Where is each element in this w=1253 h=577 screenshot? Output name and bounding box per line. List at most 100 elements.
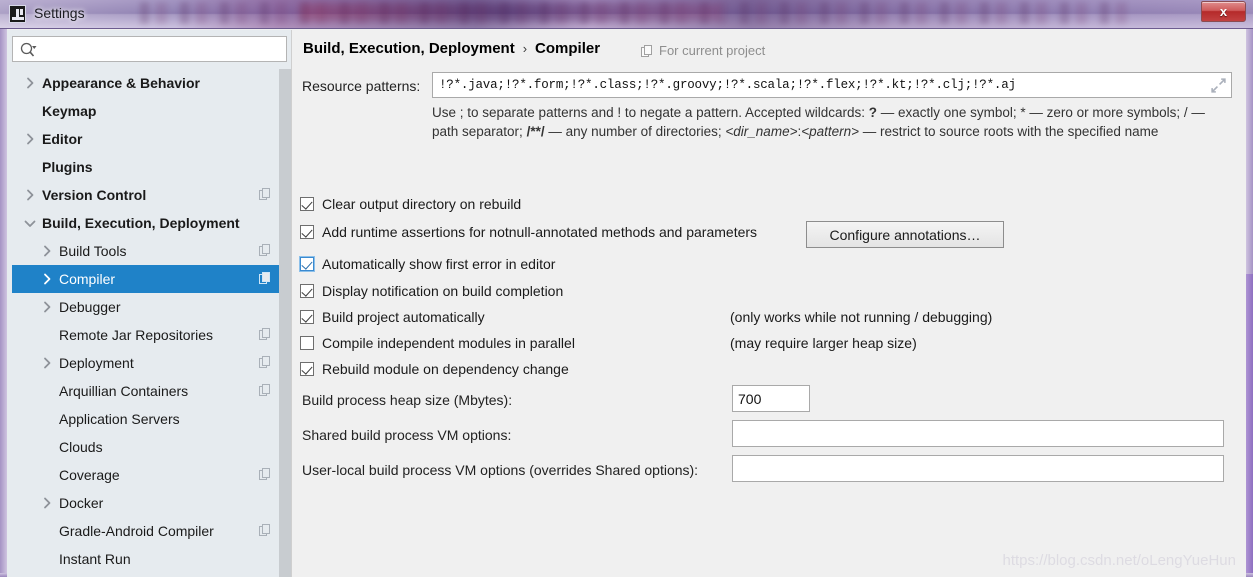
chevron-right-icon[interactable] <box>20 181 40 209</box>
chevron-right-icon[interactable] <box>37 265 57 293</box>
sidebar-item-plugins[interactable]: Plugins <box>12 153 287 181</box>
scope-note: For current project <box>641 43 765 58</box>
checkbox-row-add-runtime-assertions-for-notnull-annotated-methods-and-parameters[interactable]: Add runtime assertions for notnull-annot… <box>300 224 757 240</box>
copy-icon <box>641 44 652 57</box>
sidebar-item-instant-run[interactable]: Instant Run <box>12 545 287 573</box>
sidebar-item-debugger[interactable]: Debugger <box>12 293 287 321</box>
resource-patterns-input[interactable] <box>437 75 1197 95</box>
help-wildcard-question: ? <box>868 105 878 120</box>
copy-icon <box>259 355 271 371</box>
checkbox-row-rebuild-module-on-dependency-change[interactable]: Rebuild module on dependency change <box>300 361 569 377</box>
sidebar-scrollbar-thumb[interactable] <box>279 69 291 577</box>
sidebar-item-label: Arquillian Containers <box>59 383 189 399</box>
copy-icon <box>259 467 271 483</box>
search-input[interactable] <box>41 40 281 59</box>
sidebar-item-compiler[interactable]: Compiler <box>12 265 287 293</box>
sidebar-item-label: Coverage <box>59 467 120 483</box>
intellij-idea-icon <box>9 5 26 23</box>
sidebar-item-version-control[interactable]: Version Control <box>12 181 287 209</box>
search-box[interactable] <box>12 36 287 62</box>
breadcrumb-separator-icon: › <box>522 41 528 56</box>
sidebar-item-remote-jar-repositories[interactable]: Remote Jar Repositories <box>12 321 287 349</box>
breadcrumb-root[interactable]: Build, Execution, Deployment <box>303 40 515 57</box>
sidebar-item-coverage[interactable]: Coverage <box>12 461 287 489</box>
user-local-vm-options-input[interactable] <box>733 456 1223 481</box>
copy-icon <box>259 243 271 259</box>
checkbox-build-project-automatically[interactable] <box>300 310 314 324</box>
user-local-vm-options-field[interactable] <box>732 455 1224 482</box>
copy-icon <box>259 187 271 203</box>
chevron-right-icon[interactable] <box>20 125 40 153</box>
sidebar-item-build-tools[interactable]: Build Tools <box>12 237 287 265</box>
settings-content: Appearance & Behavior Keymap Editor Plugins… <box>7 30 1246 577</box>
heap-size-label: Build process heap size (Mbytes): <box>302 392 513 408</box>
heap-size-input[interactable] <box>733 386 809 411</box>
resource-patterns-help: Use ; to separate patterns and ! to nega… <box>432 103 1232 141</box>
checkbox-row-compile-independent-modules-in-parallel[interactable]: Compile independent modules in parallel <box>300 335 575 351</box>
checkbox-row-display-notification-on-build-completion[interactable]: Display notification on build completion <box>300 283 563 299</box>
chevron-down-icon[interactable] <box>20 209 40 237</box>
sidebar-item-clouds[interactable]: Clouds <box>12 433 287 461</box>
help-wildcard-doublestar: /**/ <box>526 124 545 139</box>
user-local-vm-options-label: User-local build process VM options (ove… <box>302 462 699 478</box>
chevron-right-icon[interactable] <box>37 237 57 265</box>
sidebar-item-editor[interactable]: Editor <box>12 125 287 153</box>
checkbox-row-clear-output-directory-on-rebuild[interactable]: Clear output directory on rebuild <box>300 196 521 212</box>
sidebar-item-keymap[interactable]: Keymap <box>12 97 287 125</box>
window-title: Settings <box>34 5 85 21</box>
sidebar-item-build-execution-deployment[interactable]: Build, Execution, Deployment <box>12 209 287 237</box>
sidebar-item-label: Build, Execution, Deployment <box>42 215 240 231</box>
sidebar-item-docker[interactable]: Docker <box>12 489 287 517</box>
chevron-right-icon[interactable] <box>37 293 57 321</box>
help-text-3: — any number of directories; <box>544 124 726 139</box>
sidebar-item-label: Build Tools <box>59 243 127 259</box>
scope-note-label: For current project <box>659 43 766 58</box>
sidebar-item-appearance-behavior[interactable]: Appearance & Behavior <box>12 69 287 97</box>
checkbox-label: Display notification on build completion <box>322 283 564 299</box>
sidebar-item-deployment[interactable]: Deployment <box>12 349 287 377</box>
breadcrumb: Build, Execution, Deployment › Compiler <box>303 40 600 57</box>
help-dirname: <dir_name> <box>725 124 798 139</box>
configure-annotations-button[interactable]: Configure annotations… <box>806 221 1004 248</box>
help-text-4: — restrict to source roots with the spec… <box>859 124 1159 139</box>
checkbox-row-automatically-show-first-error-in-editor[interactable]: Automatically show first error in editor <box>300 256 555 272</box>
sidebar-item-application-servers[interactable]: Application Servers <box>12 405 287 433</box>
title-bar: Settings x <box>0 0 1253 29</box>
sidebar-item-label: Clouds <box>59 439 103 455</box>
help-text-1: Use ; to separate patterns and ! to nega… <box>432 105 869 120</box>
checkbox-label: Automatically show first error in editor <box>322 256 556 272</box>
shared-vm-options-field[interactable] <box>732 420 1224 447</box>
heap-size-field[interactable] <box>732 385 810 412</box>
window-border-right <box>1246 29 1253 577</box>
chevron-right-icon[interactable] <box>37 349 57 377</box>
chevron-right-icon[interactable] <box>20 69 40 97</box>
sidebar-item-label: Remote Jar Repositories <box>59 327 214 343</box>
sidebar-item-gradle-android-compiler[interactable]: Gradle-Android Compiler <box>12 517 287 545</box>
sidebar-scrollbar-track[interactable] <box>279 69 291 577</box>
copy-icon <box>259 523 271 539</box>
copy-icon <box>259 327 271 343</box>
settings-sidebar: Appearance & Behavior Keymap Editor Plugins… <box>7 30 291 577</box>
checkbox-display-notification-on-build-completion[interactable] <box>300 284 314 298</box>
resource-patterns-field[interactable] <box>432 72 1232 98</box>
sidebar-item-arquillian-containers[interactable]: Arquillian Containers <box>12 377 287 405</box>
close-button[interactable]: x <box>1201 1 1246 22</box>
settings-tree[interactable]: Appearance & Behavior Keymap Editor Plugins… <box>12 69 287 577</box>
titlebar-blurred-background-2 <box>300 3 720 21</box>
expand-arrows-icon[interactable] <box>1210 77 1227 94</box>
checkbox-row-build-project-automatically[interactable]: Build project automatically <box>300 309 485 325</box>
checkbox-hint-build-project-automatically: (only works while not running / debuggin… <box>730 309 993 325</box>
chevron-right-icon[interactable] <box>37 489 57 517</box>
checkbox-compile-independent-modules-in-parallel[interactable] <box>300 336 314 350</box>
checkbox-automatically-show-first-error-in-editor[interactable] <box>300 257 314 271</box>
sidebar-item-label: Application Servers <box>59 411 180 427</box>
close-icon: x <box>1219 4 1228 19</box>
checkbox-add-runtime-assertions-for-notnull-annotated-methods-and-parameters[interactable] <box>300 225 314 239</box>
sidebar-item-label: Plugins <box>42 159 93 175</box>
checkbox-clear-output-directory-on-rebuild[interactable] <box>300 197 314 211</box>
sidebar-item-label: Appearance & Behavior <box>42 75 200 91</box>
shared-vm-options-input[interactable] <box>733 421 1223 446</box>
search-icon <box>20 42 37 57</box>
checkbox-rebuild-module-on-dependency-change[interactable] <box>300 362 314 376</box>
checkbox-label: Build project automatically <box>322 309 485 325</box>
